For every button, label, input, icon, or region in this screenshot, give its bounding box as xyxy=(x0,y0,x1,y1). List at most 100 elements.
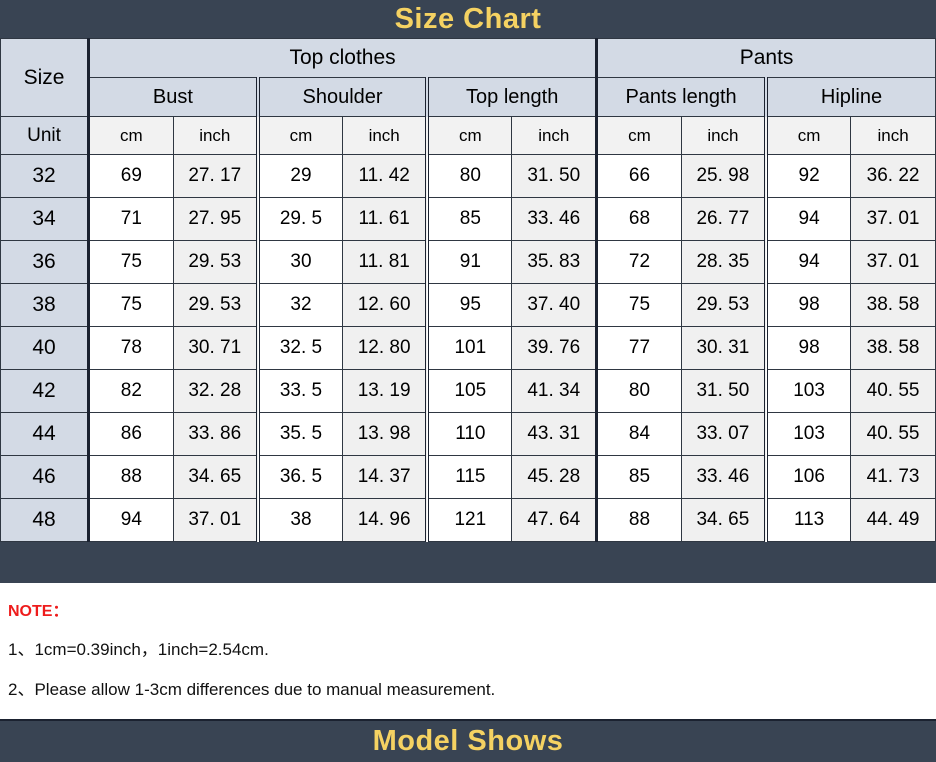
table-cell: 37. 01 xyxy=(850,240,936,284)
table-cell: 37. 40 xyxy=(511,283,598,327)
table-cell: 33. 86 xyxy=(172,412,259,456)
table-cell: 33. 07 xyxy=(680,412,767,456)
table-cell: 31. 50 xyxy=(680,369,767,413)
table-cell: 75 xyxy=(87,283,174,327)
table-cell: 35. 5 xyxy=(255,412,344,456)
table-cell: 113 xyxy=(764,498,852,542)
row-header-unit: Unit xyxy=(0,116,89,155)
table-cell: 14. 37 xyxy=(342,455,428,499)
table-cell: 30 xyxy=(255,240,344,284)
table-cell: 33. 46 xyxy=(511,197,598,241)
table-cell: 33. 5 xyxy=(255,369,344,413)
table-cell: 12. 80 xyxy=(342,326,428,370)
table-cell: 38. 58 xyxy=(850,283,936,327)
table-row: 36 75 29. 53 30 11. 81 91 35. 83 72 28. 35 94 37. … xyxy=(0,240,936,284)
table-cell: 69 xyxy=(87,154,174,198)
bottom-banner: Model Shows xyxy=(0,719,936,762)
table-cell: 47. 64 xyxy=(511,498,598,542)
unit-header-top-length-inch: inch xyxy=(511,116,598,155)
measurement-header-bust: Bust xyxy=(86,77,259,117)
table-cell: 29. 53 xyxy=(172,283,259,327)
table-cell: 27. 95 xyxy=(172,197,259,241)
table-cell: 43. 31 xyxy=(511,412,598,456)
header-row-measurements: Bust Shoulder Top length Pants length Hi… xyxy=(1,77,936,117)
table-cell: 30. 31 xyxy=(680,326,767,370)
row-header-size: 44 xyxy=(0,412,89,456)
row-header-size: 38 xyxy=(0,283,89,327)
table-cell: 32 xyxy=(255,283,344,327)
table-cell: 85 xyxy=(595,455,682,499)
table-cell: 34. 65 xyxy=(680,498,767,542)
table-row: 48 94 37. 01 38 14. 96 121 47. 64 88 34. 65 113 44… xyxy=(0,498,936,542)
table-row: 44 86 33. 86 35. 5 13. 98 110 43. 31 84 33. 07 10… xyxy=(0,412,936,456)
table-cell: 66 xyxy=(595,154,682,198)
unit-header-top-length-cm: cm xyxy=(425,116,513,155)
note-line-2: 2、Please allow 1-3cm differences due to … xyxy=(8,680,496,699)
table-cell: 35. 83 xyxy=(511,240,598,284)
unit-header-hipline-cm: cm xyxy=(764,116,852,155)
table-row: 40 78 30. 71 32. 5 12. 80 101 39. 76 77 30. 31 98… xyxy=(0,326,936,370)
group-header-top-clothes: Top clothes xyxy=(86,38,598,78)
table-cell: 39. 76 xyxy=(511,326,598,370)
row-header-size: 36 xyxy=(0,240,89,284)
table-cell: 105 xyxy=(425,369,513,413)
table-cell: 80 xyxy=(425,154,513,198)
table-row: 34 71 27. 95 29. 5 11. 61 85 33. 46 68 26. 77 94 3… xyxy=(0,197,936,241)
table-cell: 77 xyxy=(595,326,682,370)
table-row: 32 69 27. 17 29 11. 42 80 31. 50 66 25. 98 92 36. … xyxy=(0,154,936,198)
table-cell: 13. 98 xyxy=(342,412,428,456)
table-cell: 95 xyxy=(425,283,513,327)
table-cell: 25. 98 xyxy=(680,154,767,198)
header-row-units: Unit cm inch cm inch cm inch cm inch cm … xyxy=(0,116,936,155)
table-cell: 75 xyxy=(595,283,682,327)
table-cell: 32. 5 xyxy=(255,326,344,370)
table-cell: 75 xyxy=(87,240,174,284)
size-chart-page: Size Chart Size Top clothes Pants Bust S… xyxy=(0,0,936,762)
row-header-size: 40 xyxy=(0,326,89,370)
table-cell: 41. 34 xyxy=(511,369,598,413)
table-cell: 44. 49 xyxy=(850,498,936,542)
table-cell: 11. 61 xyxy=(342,197,428,241)
table-cell: 88 xyxy=(595,498,682,542)
table-cell: 82 xyxy=(87,369,174,413)
table-cell: 98 xyxy=(764,283,852,327)
table-cell: 34. 65 xyxy=(172,455,259,499)
table-cell: 115 xyxy=(425,455,513,499)
table-cell: 12. 60 xyxy=(342,283,428,327)
table-cell: 28. 35 xyxy=(680,240,767,284)
table-cell: 121 xyxy=(425,498,513,542)
table-cell: 80 xyxy=(595,369,682,413)
table-cell: 32. 28 xyxy=(172,369,259,413)
table-cell: 71 xyxy=(87,197,174,241)
table-cell: 36. 5 xyxy=(255,455,344,499)
row-header-size: 34 xyxy=(0,197,89,241)
unit-header-hipline-inch: inch xyxy=(850,116,936,155)
table-cell: 11. 81 xyxy=(342,240,428,284)
row-header-size: 46 xyxy=(0,455,89,499)
table-cell: 13. 19 xyxy=(342,369,428,413)
table-cell: 38. 58 xyxy=(850,326,936,370)
table-cell: 94 xyxy=(764,197,852,241)
table-cell: 29. 5 xyxy=(255,197,344,241)
table-cell: 29 xyxy=(255,154,344,198)
dark-separator-band xyxy=(0,542,936,583)
table-cell: 68 xyxy=(595,197,682,241)
table-cell: 103 xyxy=(764,369,852,413)
table-row: 38 75 29. 53 32 12. 60 95 37. 40 75 29. 53 98 38. … xyxy=(0,283,936,327)
table-cell: 30. 71 xyxy=(172,326,259,370)
table-cell: 110 xyxy=(425,412,513,456)
table-cell: 40. 55 xyxy=(850,369,936,413)
table-cell: 92 xyxy=(764,154,852,198)
table-cell: 27. 17 xyxy=(172,154,259,198)
note-line-1: 1、1cm=0.39inch，1inch=2.54cm. xyxy=(8,640,269,659)
table-cell: 86 xyxy=(87,412,174,456)
row-header-size: 42 xyxy=(0,369,89,413)
row-header-size: 48 xyxy=(0,498,89,542)
title-banner: Size Chart xyxy=(0,0,936,38)
table-cell: 11. 42 xyxy=(342,154,428,198)
table-cell: 91 xyxy=(425,240,513,284)
table-cell: 38 xyxy=(255,498,344,542)
header-row-groups: Size Top clothes Pants xyxy=(0,38,936,117)
group-header-pants: Pants xyxy=(595,38,936,78)
row-header-size: 32 xyxy=(0,154,89,198)
